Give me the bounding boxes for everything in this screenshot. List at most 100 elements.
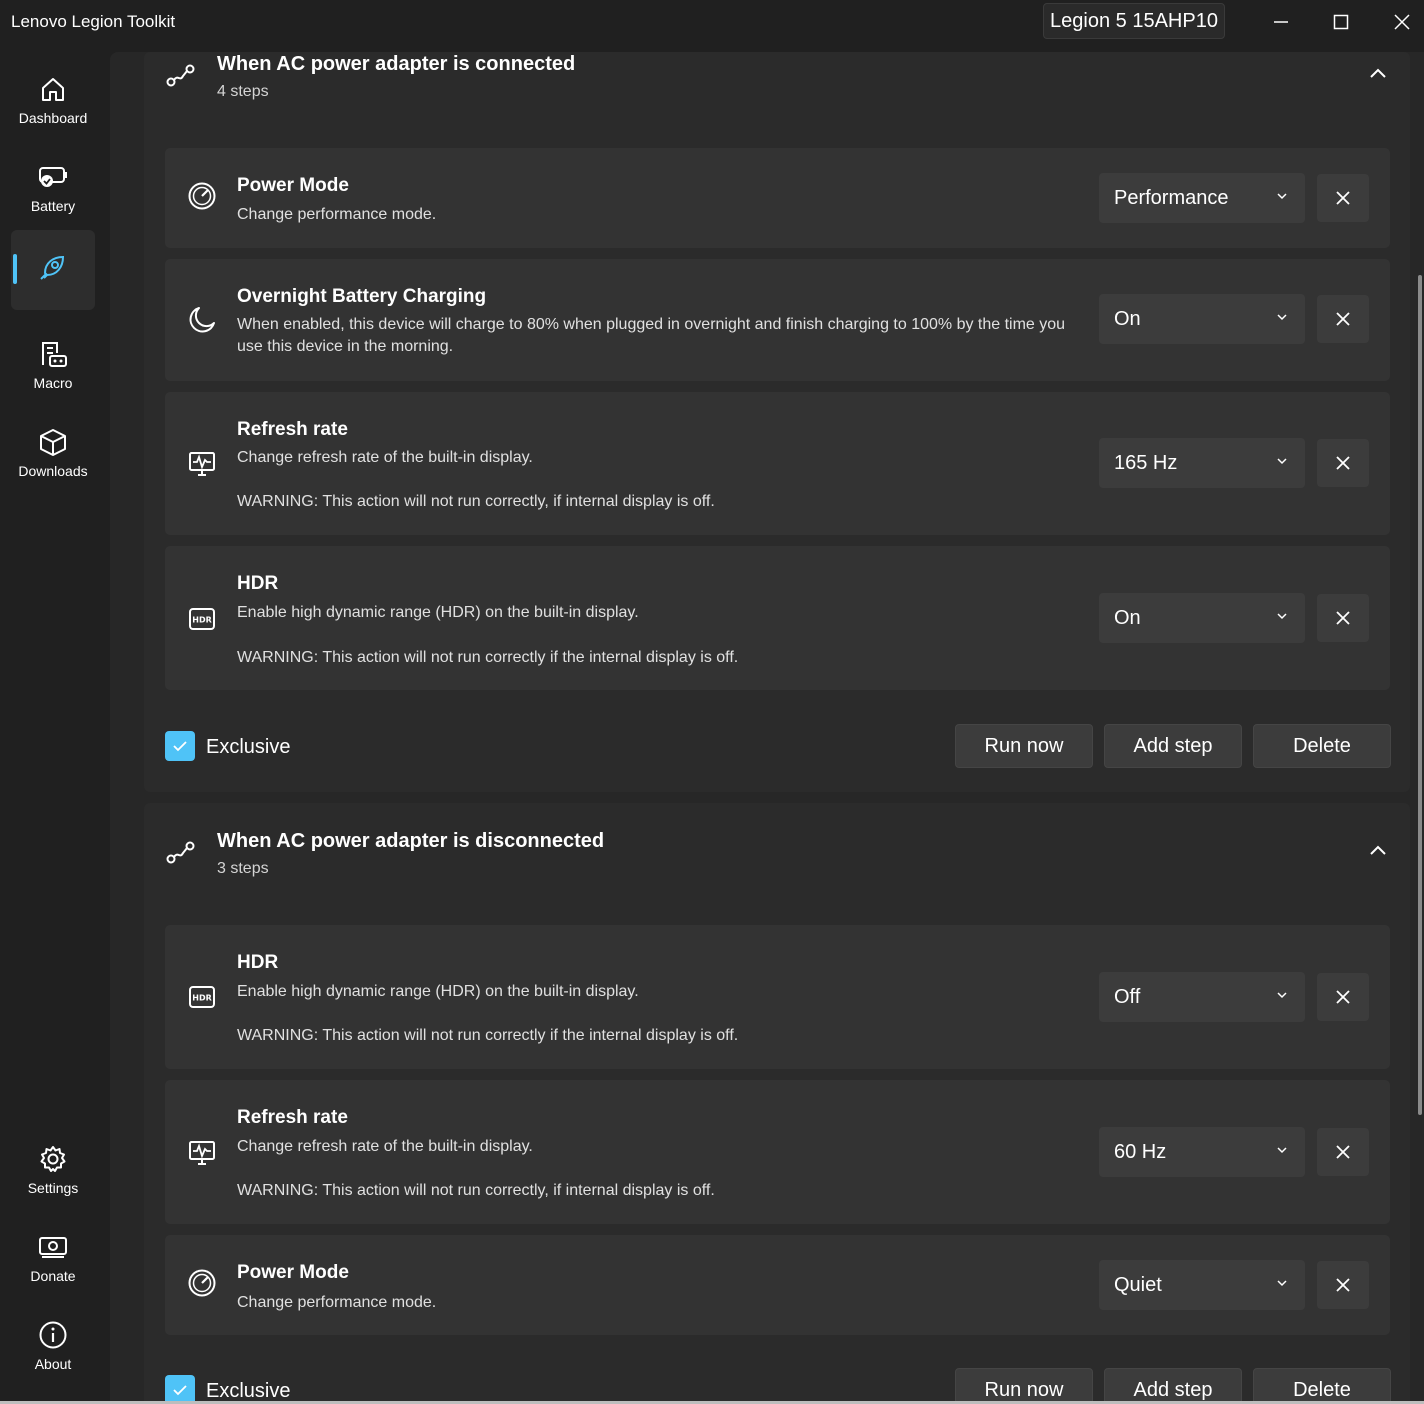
pipeline-header[interactable]: When AC power adapter is disconnected 3 … xyxy=(144,803,1410,893)
pipeline-step-count: 4 steps xyxy=(217,83,269,100)
pipeline-card-connected: When AC power adapter is connected 4 ste… xyxy=(144,52,1410,792)
hdr-icon: HDR xyxy=(189,608,215,630)
step-title: Overnight Battery Charging xyxy=(237,286,487,307)
power-mode-dropdown[interactable]: Performance xyxy=(1099,173,1305,223)
exclusive-checkbox[interactable] xyxy=(165,1375,195,1404)
minimize-button[interactable] xyxy=(1251,0,1311,44)
nav-macro[interactable]: Macro xyxy=(11,325,95,405)
speedometer-icon xyxy=(188,182,216,210)
moon-icon xyxy=(189,307,215,333)
delete-button[interactable]: Delete xyxy=(1253,1368,1391,1404)
overnight-charging-dropdown[interactable]: On xyxy=(1099,294,1305,344)
pipeline-title: When AC power adapter is connected xyxy=(217,53,576,75)
pipeline-actions: Exclusive Run now Add step Delete xyxy=(165,724,1391,770)
step-description: Enable high dynamic range (HDR) on the b… xyxy=(237,983,639,1000)
step-title: Refresh rate xyxy=(237,1107,348,1128)
close-window-button[interactable] xyxy=(1372,0,1424,44)
hdr-dropdown[interactable]: Off xyxy=(1099,972,1305,1022)
step-title: Power Mode xyxy=(237,175,349,196)
run-now-button[interactable]: Run now xyxy=(955,724,1093,768)
step-title: Power Mode xyxy=(237,1262,349,1283)
checkmark-icon xyxy=(173,1385,187,1396)
add-step-button[interactable]: Add step xyxy=(1104,724,1242,768)
nav-downloads[interactable]: Downloads xyxy=(11,413,95,493)
chevron-down-icon xyxy=(1277,314,1287,321)
checkmark-icon xyxy=(173,741,187,752)
nav-donate[interactable]: Donate xyxy=(11,1218,95,1298)
hdr-icon: HDR xyxy=(189,986,215,1008)
nav-label: About xyxy=(34,1356,72,1372)
step-warning: WARNING: This action will not run correc… xyxy=(237,649,739,666)
nav-settings[interactable]: Settings xyxy=(11,1130,95,1210)
dropdown-value: Performance xyxy=(1114,186,1229,209)
step-power-mode: Power Mode Change performance mode. Quie… xyxy=(165,1235,1390,1335)
device-name-badge[interactable]: Legion 5 15AHP10 xyxy=(1043,3,1225,39)
refresh-rate-dropdown[interactable]: 165 Hz xyxy=(1099,438,1305,488)
pipeline-header[interactable]: When AC power adapter is connected 4 ste… xyxy=(144,52,1410,142)
nav-label: Downloads xyxy=(18,463,88,479)
step-description: Change refresh rate of the built-in disp… xyxy=(237,449,533,466)
money-icon xyxy=(39,1237,67,1258)
delete-button[interactable]: Delete xyxy=(1253,724,1391,768)
remove-step-button[interactable] xyxy=(1317,174,1369,222)
automation-content[interactable]: When AC power adapter is connected 4 ste… xyxy=(110,52,1424,1404)
flow-icon xyxy=(166,64,195,87)
remove-step-button[interactable] xyxy=(1317,439,1369,487)
power-mode-dropdown[interactable]: Quiet xyxy=(1099,1260,1305,1310)
exclusive-checkbox[interactable] xyxy=(165,731,195,761)
close-icon xyxy=(1336,1145,1350,1159)
step-hdr: HDR HDR Enable high dynamic range (HDR) … xyxy=(165,546,1390,690)
speedometer-icon xyxy=(188,1269,216,1297)
chevron-up-icon[interactable] xyxy=(1368,66,1388,80)
step-warning: WARNING: This action will not run correc… xyxy=(237,493,715,510)
nav-label: Macro xyxy=(33,375,73,391)
close-icon xyxy=(1336,312,1350,326)
close-icon xyxy=(1336,456,1350,470)
chevron-down-icon xyxy=(1277,992,1287,999)
chevron-down-icon xyxy=(1277,1280,1287,1287)
chevron-down-icon xyxy=(1277,458,1287,465)
step-description: When enabled, this device will charge to… xyxy=(237,316,1066,355)
nav-dashboard[interactable]: Dashboard xyxy=(11,60,95,140)
maximize-button[interactable] xyxy=(1311,0,1371,44)
nav-label: Battery xyxy=(30,198,76,214)
scrollbar[interactable] xyxy=(1418,275,1422,1115)
exclusive-label: Exclusive xyxy=(206,736,291,758)
pipeline-title: When AC power adapter is disconnected xyxy=(217,830,605,852)
chevron-up-icon[interactable] xyxy=(1368,843,1388,857)
dropdown-value: On xyxy=(1114,307,1141,330)
remove-step-button[interactable] xyxy=(1317,1261,1369,1309)
nav-about[interactable]: About xyxy=(11,1306,95,1386)
dropdown-value: 165 Hz xyxy=(1114,451,1178,474)
maximize-icon xyxy=(1333,14,1349,30)
nav-label: Dashboard xyxy=(18,110,88,126)
nav-battery[interactable]: Battery xyxy=(11,148,95,228)
step-description: Enable high dynamic range (HDR) on the b… xyxy=(237,604,639,621)
remove-step-button[interactable] xyxy=(1317,973,1369,1021)
refresh-rate-dropdown[interactable]: 60 Hz xyxy=(1099,1127,1305,1177)
nav-automation[interactable] xyxy=(11,230,95,310)
app-title: Lenovo Legion Toolkit xyxy=(11,12,176,31)
dropdown-value: Quiet xyxy=(1114,1273,1162,1296)
battery-icon xyxy=(39,167,67,187)
run-now-button[interactable]: Run now xyxy=(955,1368,1093,1404)
add-step-button[interactable]: Add step xyxy=(1104,1368,1242,1404)
step-description: Change refresh rate of the built-in disp… xyxy=(237,1138,533,1155)
active-nav-indicator xyxy=(13,254,17,284)
monitor-pulse-icon xyxy=(189,452,215,476)
info-icon xyxy=(39,1321,67,1349)
remove-step-button[interactable] xyxy=(1317,295,1369,343)
chevron-down-icon xyxy=(1277,193,1287,200)
dropdown-value: 60 Hz xyxy=(1114,1140,1167,1163)
dropdown-value: On xyxy=(1114,606,1141,629)
gear-icon xyxy=(40,1146,66,1172)
home-icon xyxy=(42,78,64,101)
remove-step-button[interactable] xyxy=(1317,594,1369,642)
hdr-dropdown[interactable]: On xyxy=(1099,593,1305,643)
box-icon xyxy=(40,429,66,456)
step-refresh-rate: Refresh rate Change refresh rate of the … xyxy=(165,1080,1390,1224)
remove-step-button[interactable] xyxy=(1317,1128,1369,1176)
chevron-down-icon xyxy=(1277,1147,1287,1154)
flow-icon xyxy=(166,841,195,864)
monitor-pulse-icon xyxy=(189,1141,215,1165)
